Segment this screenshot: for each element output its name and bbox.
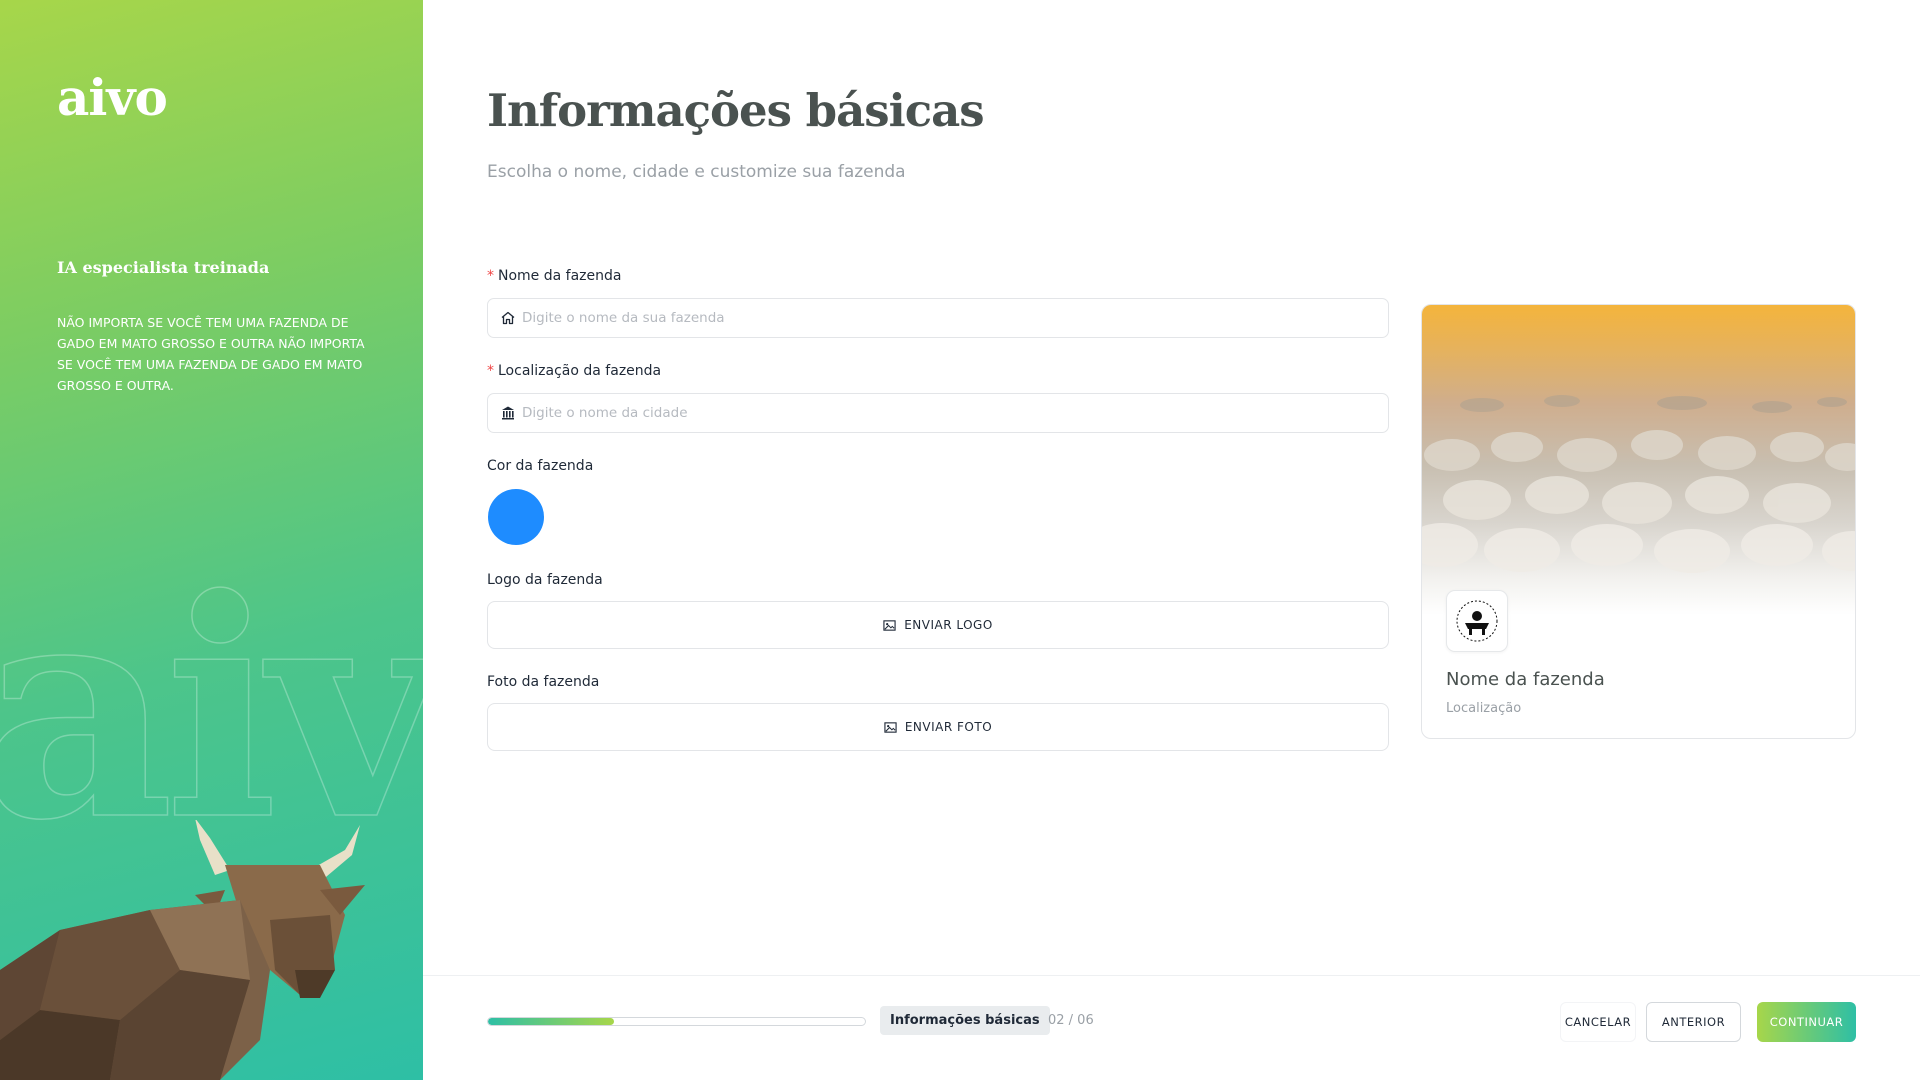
cancel-button[interactable]: CANCELAR [1560,1002,1636,1042]
step-counter: 02 / 06 [1048,1013,1094,1028]
required-mark: * [487,268,494,284]
cattle-herd-photo [1422,395,1855,573]
farm-location-field[interactable] [487,393,1389,433]
continue-button[interactable]: CONTINUAR [1757,1002,1856,1042]
progress-bar [487,1017,866,1026]
farm-logo-thumbnail [1446,590,1508,652]
farm-preview-card: Nome da fazenda Localização [1421,304,1856,739]
previous-button[interactable]: ANTERIOR [1646,1002,1741,1042]
preview-farm-location: Localização [1446,701,1522,716]
page-subtitle: Escolha o nome, cidade e customize sua f… [487,162,906,182]
farm-name-input[interactable] [522,310,1388,326]
brand-panel: aivo IA especialista treinada Não import… [0,0,423,1080]
current-step-badge: Informações básicas [880,1006,1050,1035]
sidebar-heading: IA especialista treinada [57,258,270,277]
preview-farm-name: Nome da fazenda [1446,669,1605,690]
bull-illustration [0,820,365,1080]
main-content: Informações básicas Escolha o nome, cida… [423,0,1920,975]
watermark-logo: aivo [0,533,423,886]
color-picker-swatch[interactable] [488,489,544,545]
farm-name-field[interactable] [487,298,1389,338]
upload-logo-label: ENVIAR LOGO [904,618,993,632]
farm-logo-label: Logo da fazenda [487,572,603,588]
farm-cover-photo [1422,305,1855,615]
farm-location-label: * Localização da fazenda [487,363,661,379]
upload-photo-button[interactable]: ENVIAR FOTO [487,703,1389,751]
required-mark: * [487,363,494,379]
upload-photo-label: ENVIAR FOTO [904,720,993,734]
image-icon [884,721,897,733]
farm-location-input[interactable] [522,405,1388,421]
farm-location-label-text: Localização da fazenda [498,363,662,379]
sidebar-description: Não importa se você tem uma fazenda de g… [57,315,365,393]
upload-logo-button[interactable]: ENVIAR LOGO [487,601,1389,649]
page-title: Informações básicas [487,84,985,137]
farm-badge-icon [1456,600,1498,642]
progress-bar-fill [488,1018,614,1025]
wizard-footer: Informações básicas 02 / 06 CANCELAR ANT… [423,975,1920,1080]
farm-color-label: Cor da fazenda [487,458,594,474]
bank-icon [502,406,514,420]
farm-photo-label: Foto da fazenda [487,674,600,690]
farm-name-label: * Nome da fazenda [487,268,621,284]
aivo-logo: aivo [57,68,168,127]
image-icon [883,619,896,631]
farm-name-label-text: Nome da fazenda [498,268,622,284]
home-icon [501,311,515,325]
